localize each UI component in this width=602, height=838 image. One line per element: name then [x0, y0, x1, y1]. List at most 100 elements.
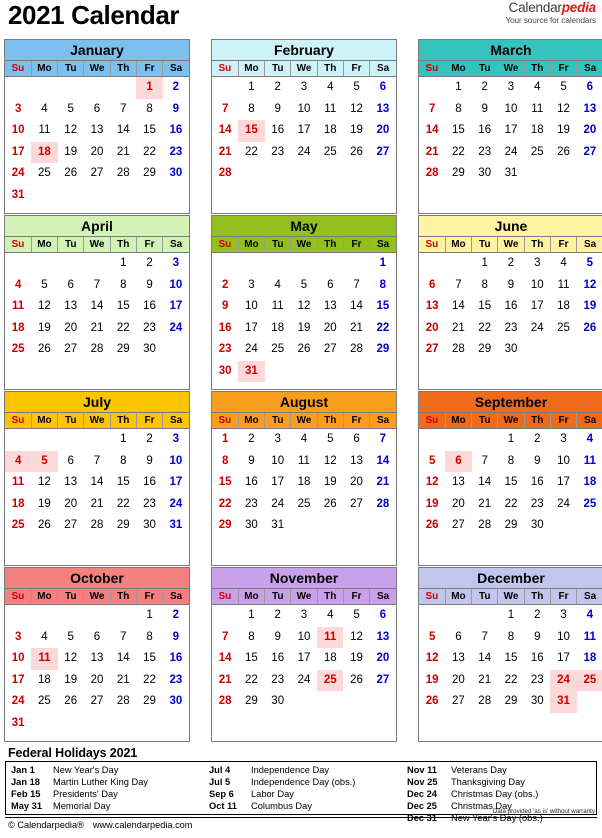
day-cell: 31 [271, 519, 285, 531]
day-cell: 4 [41, 102, 48, 115]
weekday-header-fr: Fr [550, 413, 578, 429]
weekday-header-sa: Sa [576, 589, 602, 605]
day-cell: 4 [41, 630, 48, 643]
weekday-header-th: Th [317, 237, 344, 253]
weekday-header-tu: Tu [471, 237, 499, 253]
weekday-header-we: We [83, 61, 111, 77]
day-cell: 2 [481, 81, 488, 93]
day-cell: 15 [245, 652, 258, 664]
day-cell: 4 [560, 257, 567, 269]
day-cell: 24 [504, 145, 518, 158]
day-cell: 29 [116, 343, 130, 355]
week-row: 1 2 3 4 5 [419, 253, 602, 275]
day-cell: 23 [143, 497, 156, 510]
calendarpedia-logo: Calendarpedia Your source for calendars [506, 1, 597, 25]
day-cell: 9 [146, 278, 153, 291]
day-cell: 23 [478, 145, 492, 158]
weekday-header-th: Th [317, 413, 344, 429]
footer-copyright: © Calendarpedia® [8, 820, 84, 830]
day-cell: 17 [557, 476, 570, 488]
day-cell: 7 [120, 102, 127, 115]
day-cell: 10 [557, 454, 570, 467]
weekday-header-tu: Tu [264, 237, 292, 253]
holiday-date: May 31 [11, 801, 43, 812]
day-cell-empty [317, 691, 343, 713]
day-cell: 30 [478, 167, 492, 179]
day-cell: 22 [478, 321, 492, 334]
day-cell: 11 [38, 124, 51, 136]
day-cell-empty [343, 515, 369, 537]
week-row: 16 17 18 19 20 21 22 [212, 318, 396, 340]
day-cell: 14 [90, 300, 104, 312]
month-block-february: February Su Mo Tu We Th Fr Sa 1 2 3 4 5 6 7 8 9 10 11 12 13… [211, 39, 397, 214]
day-cell: 9 [248, 454, 255, 467]
day-cell: 29 [504, 695, 518, 707]
week-row: 12 13 14 15 16 17 18 [419, 472, 602, 494]
week-row: 7 8 9 10 11 12 13 [419, 99, 602, 121]
day-cell: 27 [90, 167, 104, 179]
weekday-header-tu: Tu [264, 589, 292, 605]
weekday-header-row: Su Mo Tu We Th Fr Sa [419, 61, 602, 77]
day-cell: 3 [14, 630, 22, 643]
day-cell: 5 [353, 609, 360, 621]
day-cell-empty [31, 713, 57, 735]
day-cell: 17 [11, 673, 25, 686]
weekday-header-fr: Fr [136, 61, 164, 77]
week-row: 20 21 22 23 24 25 26 [419, 318, 602, 340]
holiday-date: Nov 25 [407, 777, 438, 788]
day-cell: 26 [38, 343, 51, 355]
day-cell: 22 [245, 145, 258, 158]
day-cell: 28 [376, 497, 390, 510]
week-row: 6 7 8 9 10 11 12 [419, 275, 602, 297]
day-cell: 8 [507, 630, 515, 643]
weekday-header-we: We [83, 413, 111, 429]
weekday-header-row: Su Mo Tu We Th Fr Sa [419, 237, 602, 253]
weekday-header-sa: Sa [162, 589, 189, 605]
day-cell: 15 [218, 476, 232, 488]
day-cell-empty [31, 185, 57, 207]
day-cell: 23 [530, 497, 544, 510]
day-cell: 27 [350, 497, 363, 510]
weekday-header-sa: Sa [162, 413, 189, 429]
day-cell: 1 [146, 609, 153, 621]
weekday-header-we: We [290, 237, 318, 253]
day-cell: 20 [64, 497, 78, 510]
day-cell: 4 [14, 278, 22, 291]
day-cell: 25 [530, 145, 544, 158]
week-row: 12 13 14 15 16 17 18 [419, 648, 602, 670]
day-cell-empty [343, 253, 369, 275]
day-cell-empty [163, 713, 189, 735]
day-cell: 22 [504, 497, 518, 510]
weekday-header-mo: Mo [238, 589, 266, 605]
footer-website[interactable]: www.calendarpedia.com [93, 820, 193, 830]
day-cell: 7 [221, 630, 229, 643]
day-cell: 24 [557, 497, 570, 510]
holiday-name: Veterans Day [451, 765, 507, 775]
weekday-header-fr: Fr [550, 589, 578, 605]
day-cell-empty [31, 605, 57, 627]
day-cell: 11 [324, 102, 337, 115]
day-cell-empty [577, 163, 602, 185]
day-cell: 23 [271, 145, 285, 158]
day-cell: 29 [143, 695, 156, 707]
weekday-header-row: Su Mo Tu We Th Fr Sa [5, 61, 189, 77]
holiday-date: Dec 24 [407, 789, 437, 800]
weekday-header-sa: Sa [162, 61, 189, 77]
day-cell: 2 [507, 257, 515, 269]
day-cell: 27 [452, 695, 465, 707]
day-cell: 21 [452, 321, 465, 334]
day-cell: 9 [274, 630, 281, 643]
weekday-header-su: Su [212, 237, 239, 253]
weekday-header-tu: Tu [57, 237, 85, 253]
holiday-name: Labor Day [251, 789, 294, 800]
weekday-header-row: Su Mo Tu We Th Fr Sa [212, 237, 396, 253]
day-cell: 5 [300, 278, 308, 291]
day-cell: 16 [143, 476, 156, 488]
day-cell-holiday: 5 [31, 450, 58, 472]
week-row: 21 22 23 24 25 26 27 [212, 669, 396, 691]
day-cell: 5 [41, 278, 48, 291]
day-cell: 2 [172, 609, 180, 621]
day-cell: 2 [146, 433, 153, 445]
holiday-date: Jan 1 [11, 765, 35, 775]
day-cell: 25 [11, 343, 25, 355]
